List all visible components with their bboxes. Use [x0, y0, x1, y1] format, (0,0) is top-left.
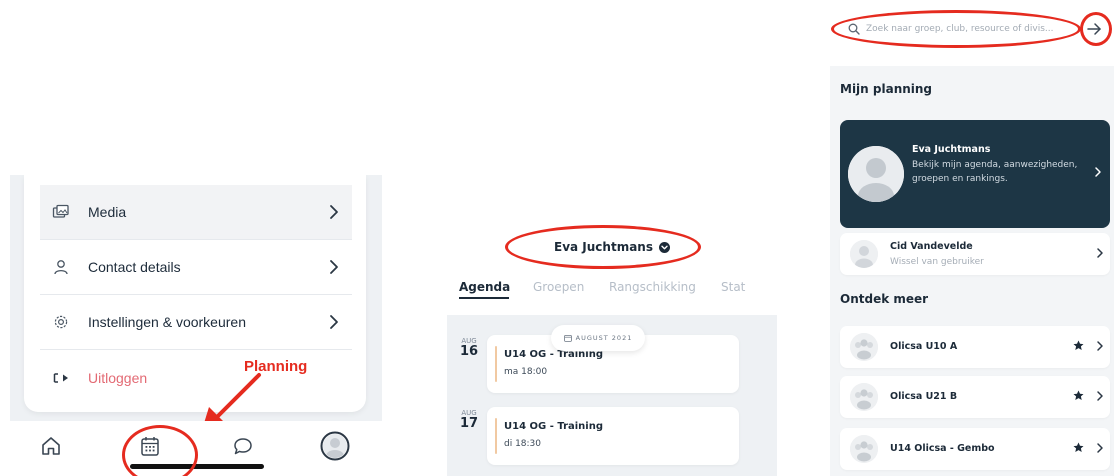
active-tab-indicator — [459, 297, 509, 299]
planning-panel: Mijn planning Eva Juchtmans Bekijk mijn … — [830, 0, 1114, 476]
profile-description: Bekijk mijn agenda, aanwezigheden, groep… — [912, 160, 1078, 184]
gear-icon — [48, 314, 74, 330]
event-color-bar — [495, 346, 497, 382]
chevron-right-icon — [1096, 247, 1104, 259]
star-icon[interactable] — [1073, 442, 1084, 453]
section-title-my-planning: Mijn planning — [840, 82, 933, 96]
profile-icon[interactable] — [320, 431, 350, 461]
tab-groepen[interactable]: Groepen — [533, 280, 584, 294]
menu-item-label: Instellingen & voorkeuren — [88, 314, 246, 330]
event-color-bar — [495, 418, 497, 454]
group-avatar — [850, 333, 878, 361]
section-title-discover: Ontdek meer — [840, 292, 929, 306]
annotation-circle — [122, 425, 198, 476]
event-date: AUG 17 — [457, 409, 481, 431]
chevron-right-icon — [1096, 442, 1104, 454]
event-date: AUG 16 — [457, 337, 481, 359]
profile-name: Eva Juchtmans — [912, 144, 991, 155]
group-item[interactable]: Olicsa U10 A — [840, 326, 1110, 368]
tab-rangschikking[interactable]: Rangschikking — [609, 280, 696, 294]
annotation-ellipse — [505, 225, 701, 269]
switch-user-subtitle: Wissel van gebruiker — [890, 257, 984, 267]
month-pill: AUGUST 2021 — [551, 325, 645, 351]
menu-item-media[interactable]: Media — [40, 185, 352, 240]
media-icon — [48, 204, 74, 220]
group-name: Olicsa U21 B — [890, 391, 958, 402]
event-card[interactable]: U14 OG - Training di 18:30 — [487, 407, 739, 465]
chevron-right-icon — [1094, 166, 1102, 178]
avatar — [848, 146, 904, 202]
agenda-panel: Eva Juchtmans Agenda Groepen Rangschikki… — [447, 225, 777, 476]
menu-item-label: Contact details — [88, 259, 181, 275]
my-profile-card[interactable]: Eva Juchtmans Bekijk mijn agenda, aanwez… — [840, 120, 1110, 228]
user-icon — [48, 259, 74, 275]
group-item[interactable]: U14 Olicsa - Gembo — [840, 428, 1110, 470]
event-day: 17 — [459, 416, 479, 431]
avatar — [850, 240, 878, 268]
group-avatar — [850, 435, 878, 463]
group-name: U14 Olicsa - Gembo — [890, 443, 995, 454]
calendar-icon — [563, 334, 572, 342]
chat-icon[interactable] — [232, 435, 254, 457]
switch-user-name: Cid Vandevelde — [890, 241, 973, 252]
agenda-tabs: Agenda Groepen Rangschikking Stat — [459, 280, 777, 304]
event-title: U14 OG - Training — [504, 421, 603, 432]
tab-stat[interactable]: Stat — [721, 280, 745, 294]
chevron-right-icon — [328, 204, 348, 220]
menu-item-contact-details[interactable]: Contact details — [40, 240, 352, 295]
star-icon[interactable] — [1073, 390, 1084, 401]
event-time: di 18:30 — [504, 439, 542, 449]
group-item[interactable]: Olicsa U21 B — [840, 376, 1110, 418]
group-avatar — [850, 383, 878, 411]
chevron-right-icon — [1096, 390, 1104, 402]
annotation-ellipse — [831, 10, 1081, 48]
chevron-right-icon — [1096, 340, 1104, 352]
group-name: Olicsa U10 A — [890, 341, 958, 352]
month-label: AUGUST 2021 — [575, 334, 633, 342]
event-time: ma 18:00 — [504, 367, 548, 377]
tab-agenda[interactable]: Agenda — [459, 280, 510, 294]
home-icon[interactable] — [40, 435, 62, 457]
menu-item-label: Media — [88, 204, 127, 220]
chevron-right-icon — [328, 259, 348, 275]
logout-icon — [48, 371, 74, 385]
chevron-right-icon — [328, 314, 348, 330]
event-day: 16 — [459, 344, 479, 359]
settings-menu-panel: Media Contact details Instellingen & voo… — [10, 175, 382, 476]
menu-item-settings[interactable]: Instellingen & voorkeuren — [40, 295, 352, 350]
annotation-circle — [1080, 12, 1112, 46]
star-icon[interactable] — [1073, 340, 1084, 351]
switch-user-card[interactable]: Cid Vandevelde Wissel van gebruiker — [840, 233, 1110, 275]
